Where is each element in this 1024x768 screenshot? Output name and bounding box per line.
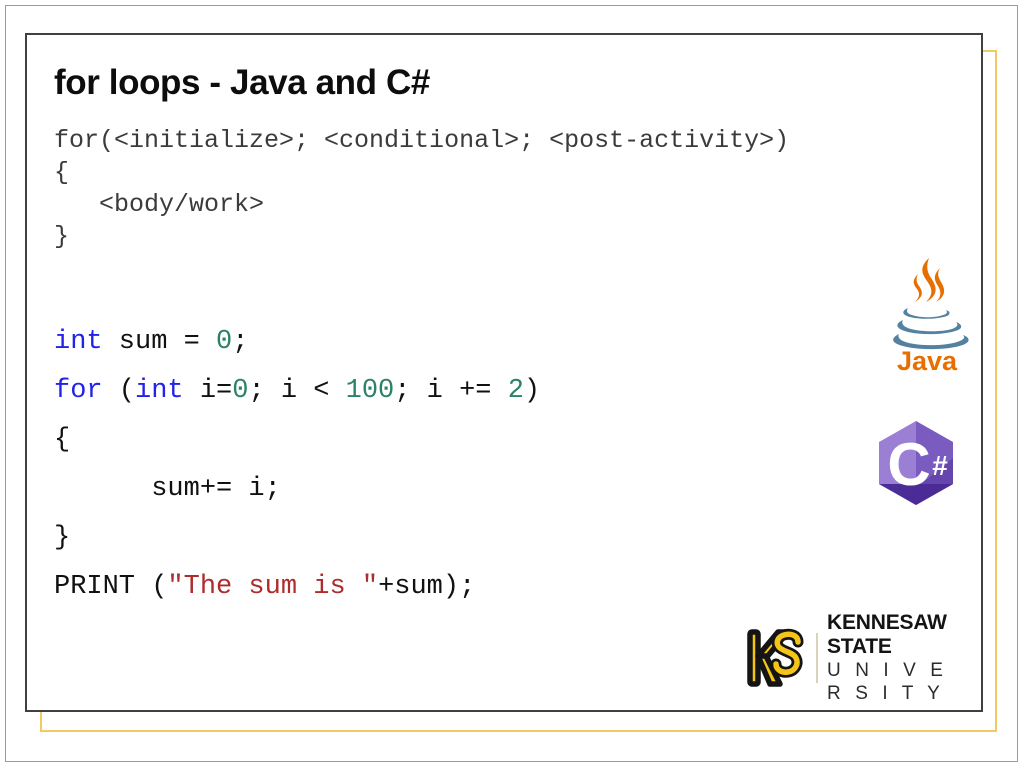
code-token-plain: ) — [523, 376, 541, 406]
ksu-wordmark-line2: U N I V E R S I T Y — [827, 660, 948, 704]
code-token-number: 2 — [507, 376, 524, 406]
svg-text:#: # — [932, 450, 948, 481]
code-line: int sum = 0; — [54, 318, 540, 367]
code-block-generic-for-syntax: for(<initialize>; <conditional>; <post-a… — [54, 125, 789, 253]
code-token-number: 0 — [216, 327, 233, 357]
code-token-plain: i= — [183, 376, 233, 406]
code-token-keyword: for — [54, 376, 103, 406]
code-line: for (int i=0; i < 100; i += 2) — [54, 367, 540, 416]
code-token-plain: sum = — [102, 327, 217, 357]
code-token-plain: { — [54, 425, 71, 455]
ksu-monogram-icon — [747, 628, 804, 687]
code-line: for(<initialize>; <conditional>; <post-a… — [54, 126, 790, 155]
code-token-plain: sum+= i; — [54, 474, 281, 504]
kennesaw-state-university-logo: KENNESAW STATE U N I V E R S I T Y — [740, 611, 975, 704]
page-title: for loops - Java and C# — [54, 63, 430, 102]
code-token-string: "The sum is " — [167, 572, 379, 602]
slide-content-area: for loops - Java and C# for(<initialize>… — [25, 33, 983, 712]
code-line: <body/work> — [54, 190, 265, 219]
code-token-number: 100 — [345, 376, 395, 406]
slide-root: for loops - Java and C# for(<initialize>… — [0, 0, 1024, 768]
code-line: PRINT ("The sum is "+sum); — [54, 563, 540, 612]
ksu-wordmark: KENNESAW STATE U N I V E R S I T Y — [827, 611, 975, 705]
code-line: } — [54, 222, 70, 251]
code-line: { — [54, 158, 70, 187]
code-token-plain: ; i += — [394, 376, 508, 406]
code-token-plain: ( — [102, 376, 136, 406]
code-token-keyword: int — [54, 327, 103, 357]
csharp-logo: C # — [868, 415, 964, 511]
ksu-wordmark-line1: KENNESAW STATE — [827, 611, 947, 658]
code-token-keyword: int — [135, 376, 184, 406]
code-token-plain: +sum); — [378, 572, 476, 602]
code-token-plain: ; i < — [248, 376, 346, 406]
code-token-plain: ; — [232, 327, 249, 357]
java-logo: Java — [877, 252, 977, 376]
code-token-plain: PRINT ( — [54, 572, 168, 602]
code-token-number: 0 — [232, 376, 249, 406]
svg-text:C: C — [887, 431, 930, 498]
code-token-plain: } — [54, 523, 71, 553]
code-line: { — [54, 416, 540, 465]
code-line: } — [54, 514, 540, 563]
code-block-sum-example: int sum = 0; for (int i=0; i < 100; i += … — [54, 318, 540, 612]
svg-text:Java: Java — [897, 346, 958, 374]
ksu-logo-divider — [816, 633, 818, 683]
code-line: sum+= i; — [54, 465, 540, 514]
